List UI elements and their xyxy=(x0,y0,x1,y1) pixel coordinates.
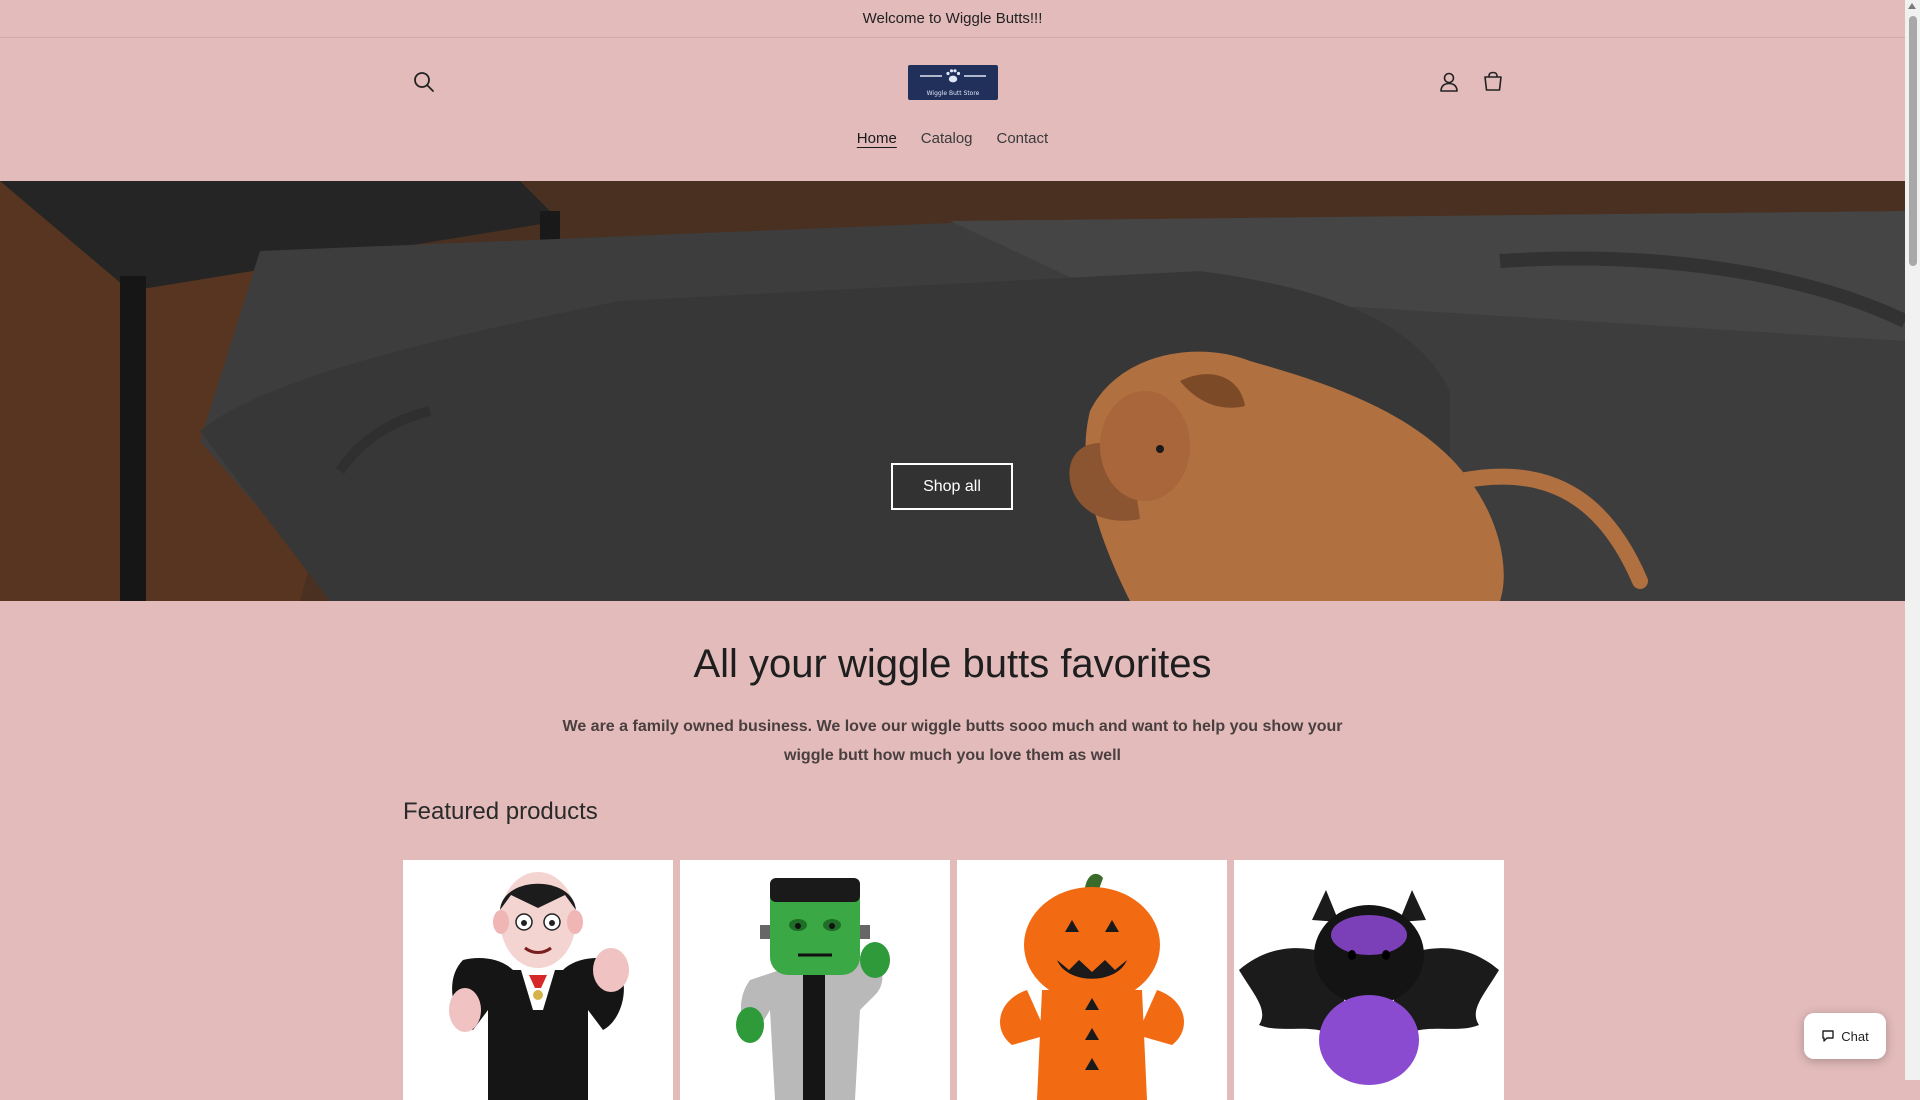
nav-item-home[interactable]: Home xyxy=(857,130,897,147)
featured-products-heading: Featured products xyxy=(403,798,598,825)
scroll-up-arrow-icon[interactable] xyxy=(1908,3,1916,9)
hero-image xyxy=(0,181,1905,601)
main-nav: Home Catalog Contact xyxy=(0,130,1905,147)
announcement-text: Welcome to Wiggle Butts!!! xyxy=(862,10,1043,27)
product-card-bat[interactable] xyxy=(1234,860,1504,1100)
store-logo[interactable]: Wiggle Butt Store xyxy=(908,65,998,100)
shop-all-button[interactable]: Shop all xyxy=(891,463,1013,510)
section-title: All your wiggle butts favorites xyxy=(693,642,1212,686)
chat-button[interactable]: Chat xyxy=(1804,1013,1886,1059)
product-card-pumpkin[interactable] xyxy=(957,860,1227,1100)
search-icon[interactable] xyxy=(406,64,442,100)
nav-item-contact[interactable]: Contact xyxy=(997,130,1049,147)
frankenstein-plush-image xyxy=(736,878,890,1100)
bat-plush-image xyxy=(1239,890,1499,1085)
announcement-bar: Welcome to Wiggle Butts!!! xyxy=(0,0,1905,38)
chat-label: Chat xyxy=(1841,1028,1869,1044)
scrollbar-thumb[interactable] xyxy=(1909,16,1917,266)
nav-item-catalog[interactable]: Catalog xyxy=(921,130,973,147)
product-card-frankenstein[interactable] xyxy=(680,860,950,1100)
page-scrollbar[interactable] xyxy=(1905,0,1920,1080)
product-card-vampire[interactable] xyxy=(403,860,673,1100)
logo-text: Wiggle Butt Store xyxy=(926,90,980,97)
hero-banner: Shop all xyxy=(0,181,1905,601)
section-description: We are a family owned business. We love … xyxy=(562,718,1343,764)
product-grid xyxy=(403,860,1504,1100)
site-header: Wiggle Butt Store Home Catalog Contact xyxy=(0,38,1905,180)
vampire-plush-image xyxy=(449,872,629,1100)
chat-bubble-icon xyxy=(1822,1030,1834,1042)
pumpkin-plush-image xyxy=(1000,873,1184,1100)
account-icon[interactable] xyxy=(1431,64,1467,100)
cart-icon[interactable] xyxy=(1475,64,1511,100)
